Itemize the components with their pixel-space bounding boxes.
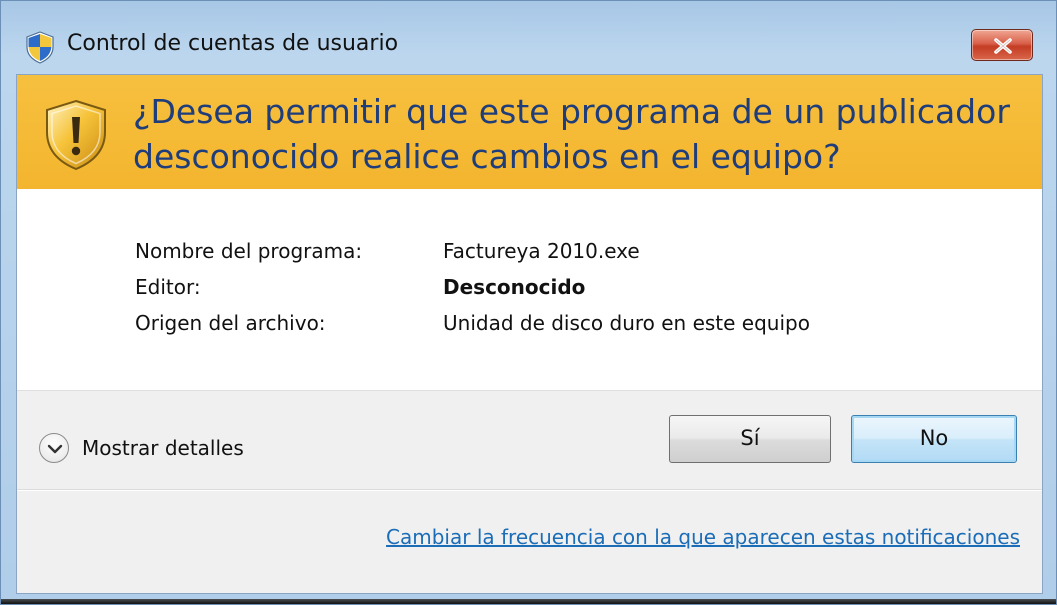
warning-shield-icon	[46, 99, 106, 171]
window-title: Control de cuentas de usuario	[67, 31, 399, 56]
close-icon	[994, 38, 1012, 54]
chevron-down-icon[interactable]	[39, 433, 69, 463]
footer-separator	[17, 489, 1042, 491]
no-button[interactable]: No	[851, 415, 1017, 463]
file-origin-value: Unidad de disco duro en este equipo	[443, 311, 810, 335]
banner-headline: ¿Desea permitir que este programa de un …	[133, 92, 1010, 176]
file-origin-label: Origen del archivo:	[135, 311, 326, 335]
dialog-footer: Mostrar detalles Sí No Cambiar la frecue…	[17, 390, 1042, 593]
program-name-label: Nombre del programa:	[135, 239, 363, 263]
show-details-label[interactable]: Mostrar detalles	[82, 436, 244, 460]
warning-banner: ¿Desea permitir que este programa de un …	[17, 75, 1042, 189]
window-bottom-edge	[1, 599, 1056, 604]
title-bar[interactable]: Control de cuentas de usuario	[1, 1, 1056, 64]
program-name-value: Factureya 2010.exe	[443, 239, 640, 263]
yes-button[interactable]: Sí	[669, 415, 831, 463]
editor-value: Desconocido	[443, 275, 586, 299]
close-button[interactable]	[971, 29, 1033, 61]
uac-dialog-window: Control de cuentas de usuario ¿Desea per…	[0, 0, 1057, 605]
dialog-content: ¿Desea permitir que este programa de un …	[16, 74, 1043, 594]
notification-frequency-link[interactable]: Cambiar la frecuencia con la que aparece…	[386, 525, 1020, 549]
uac-shield-icon	[26, 31, 54, 64]
editor-label: Editor:	[135, 275, 201, 299]
